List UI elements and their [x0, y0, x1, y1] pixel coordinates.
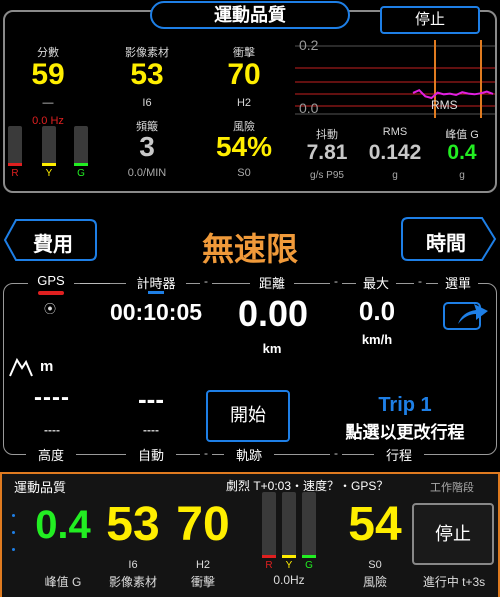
- bottom-peak-value: 0.4: [35, 503, 91, 547]
- gps-label: GPS: [28, 273, 74, 288]
- graph-top-label: 0.2: [299, 37, 319, 53]
- header-dash-3: -: [414, 274, 426, 288]
- top-stop-button[interactable]: 停止: [380, 6, 480, 34]
- max-label: 最大: [356, 273, 396, 292]
- top-panel-title: 運動品質: [150, 1, 350, 29]
- header-dash-1: -: [200, 274, 212, 288]
- auto-value: ---: [138, 384, 164, 414]
- jitter-value: 7.81: [306, 141, 348, 164]
- graph-bottom-label: 0.0: [299, 100, 319, 116]
- top-stop-label: 停止: [414, 11, 445, 28]
- gps-icon[interactable]: ⦿: [42, 300, 58, 317]
- graph-legend: RMS: [431, 98, 458, 112]
- bottom-bar-r-label: R: [265, 560, 273, 571]
- bottom-bar-g: [302, 492, 316, 558]
- auto-label: 自動: [126, 445, 176, 464]
- score-dash: —: [42, 97, 54, 109]
- bottom-phase: 工作階段: [430, 482, 474, 494]
- bottom-impact-label: 衝擊: [190, 575, 215, 589]
- peak-sub: g: [459, 170, 465, 181]
- trip-label: 行程: [374, 445, 424, 464]
- peak-label: 峰值 G: [445, 129, 479, 141]
- bottom-footage-sub: I6: [128, 559, 138, 571]
- track-label: 軌跡: [224, 445, 274, 464]
- risk-sub: S0: [237, 167, 251, 179]
- nav-left-button[interactable]: 費用: [2, 218, 98, 262]
- rms-sub: g: [392, 170, 398, 181]
- share-icon: [443, 302, 488, 330]
- impact-sub: H2: [236, 97, 252, 109]
- altitude-label: 高度: [26, 445, 76, 464]
- bottom-bar-r: [262, 492, 276, 558]
- impact-value: 70: [227, 58, 261, 91]
- jitter-sub: g/s P95: [310, 170, 344, 181]
- timer-label: 計時器: [126, 273, 186, 292]
- bottom-hz: 0.0Hz: [273, 573, 305, 587]
- timer-value: 00:10:05: [109, 299, 203, 325]
- bottom-impact-sub: H2: [195, 559, 211, 571]
- freq-value: 3: [139, 131, 155, 162]
- footer-dash-2: -: [330, 446, 342, 460]
- top-bar-g: [74, 126, 88, 166]
- nav-center-title: 無速限: [201, 231, 298, 267]
- rms-value: 0.142: [368, 141, 422, 164]
- freq-sub: 0.0/MIN: [127, 167, 167, 179]
- max-value: 0.0: [358, 296, 396, 326]
- bottom-risk-label: 風險: [362, 575, 387, 589]
- altitude-unit: m: [40, 358, 54, 375]
- score-value: 59: [31, 58, 65, 91]
- altitude-value: ----: [34, 384, 70, 411]
- top-bar-r: [8, 126, 22, 166]
- top-bar-y-label: Y: [45, 168, 53, 179]
- trip-title[interactable]: Trip 1: [320, 394, 490, 417]
- timer-underline: [148, 291, 164, 294]
- gps-status-bar: [38, 291, 64, 295]
- peak-value: 0.4: [447, 141, 477, 164]
- footage-value: 53: [130, 58, 164, 91]
- trip-subtitle[interactable]: 點選以更改行程: [320, 418, 490, 443]
- top-title-text: 運動品質: [214, 5, 286, 25]
- header-dash-2: -: [330, 274, 342, 288]
- bottom-title: 運動品質: [14, 480, 67, 495]
- risk-value: 54%: [215, 131, 273, 162]
- footer-dash-1: -: [200, 446, 212, 460]
- top-bar-y: [42, 126, 56, 166]
- bottom-dots: [12, 514, 16, 554]
- menu-label: 選單: [438, 273, 478, 292]
- max-unit: km/h: [361, 332, 393, 347]
- rms-graph: 0.2 0.0 RMS: [295, 37, 495, 118]
- bottom-bar-y-label: Y: [285, 560, 293, 571]
- bottom-bar-y: [282, 492, 296, 558]
- nav-left-label: 費用: [33, 234, 73, 256]
- nav-right-label: 時間: [426, 233, 466, 255]
- start-label: 開始: [230, 405, 266, 425]
- bottom-footage-label: 影像素材: [108, 575, 157, 589]
- bottom-footage-value: 53: [106, 498, 160, 551]
- bottom-bar-g-label: G: [305, 560, 313, 571]
- bottom-risk-sub: S0: [368, 559, 382, 571]
- bottom-stop-label: 停止: [435, 524, 471, 544]
- bottom-risk-value: 54: [348, 498, 402, 551]
- bottom-impact-value: 70: [176, 498, 230, 551]
- top-bar-g-label: G: [77, 168, 85, 179]
- bottom-progress: 進行中 t+3s: [422, 575, 486, 589]
- footage-sub: I6: [142, 97, 152, 109]
- rms-label: RMS: [382, 126, 408, 138]
- jitter-label: 抖動: [316, 129, 338, 141]
- distance-label: 距離: [250, 273, 294, 292]
- bottom-peak-label: 峰值 G: [44, 575, 82, 589]
- share-button[interactable]: [442, 300, 494, 332]
- altitude-sub: ----: [44, 423, 60, 437]
- distance-value: 0.00: [237, 293, 309, 334]
- start-button[interactable]: 開始: [206, 390, 290, 442]
- altitude-icon: [8, 352, 34, 378]
- auto-sub: ----: [143, 423, 159, 437]
- nav-right-button[interactable]: 時間: [400, 216, 498, 262]
- distance-unit: km: [262, 341, 282, 356]
- rms-graph-svg: [295, 40, 495, 118]
- bottom-stop-button[interactable]: 停止: [412, 503, 494, 565]
- main-header-line: [80, 283, 110, 284]
- top-bar-r-label: R: [11, 168, 19, 179]
